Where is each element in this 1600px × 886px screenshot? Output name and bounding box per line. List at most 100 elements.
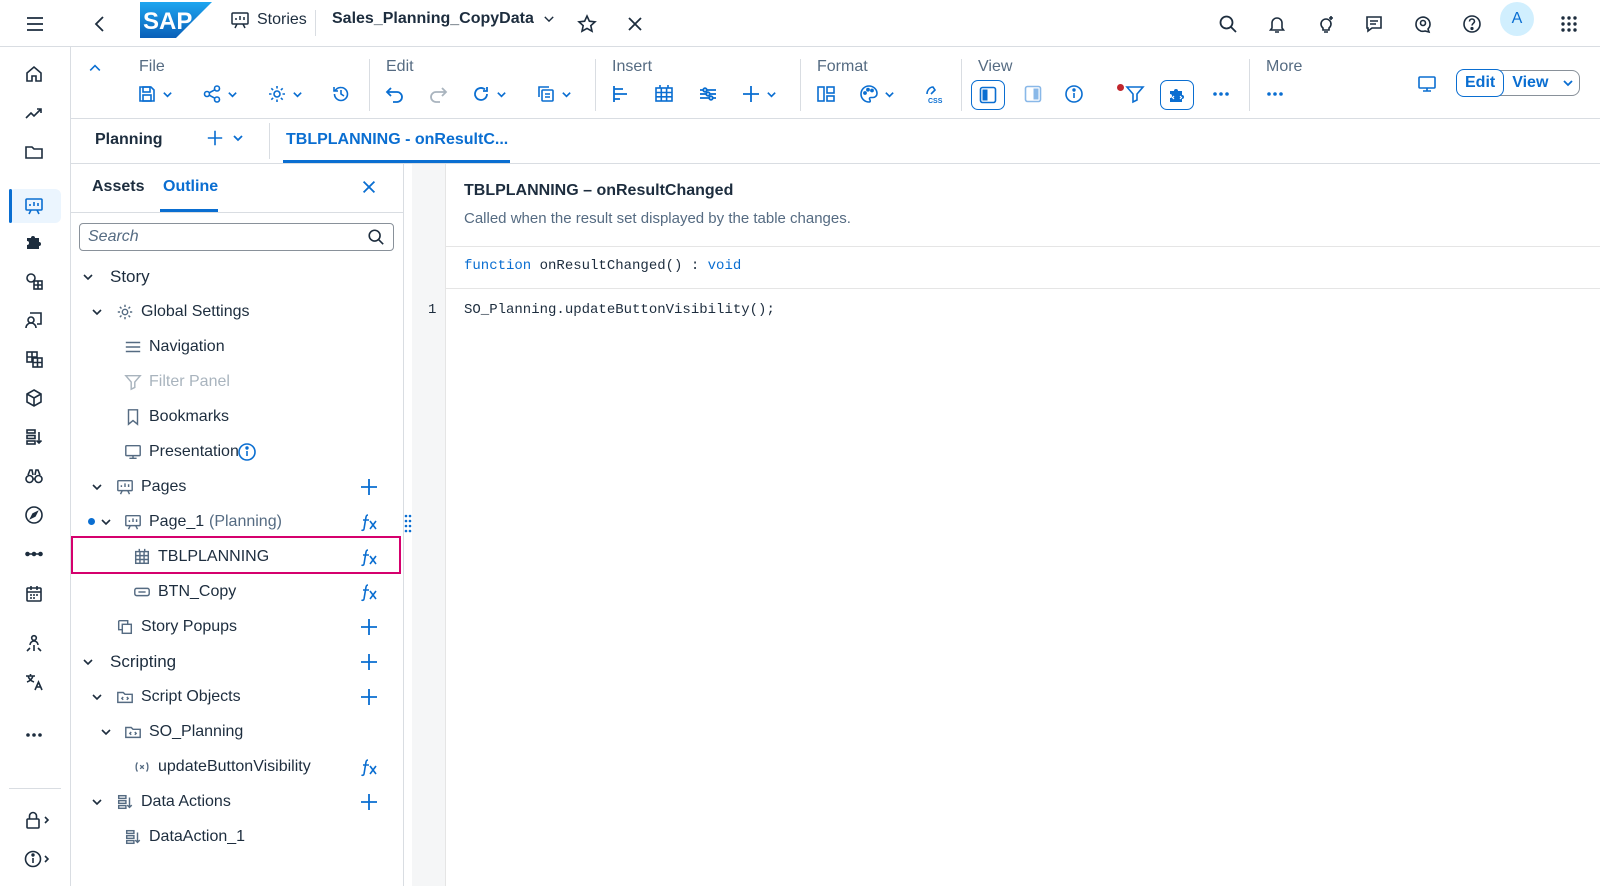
translation-icon[interactable] bbox=[18, 666, 50, 698]
stories-link[interactable]: Stories bbox=[230, 10, 307, 30]
tab-script-tblplanning[interactable]: TBLPLANNING - onResultC... bbox=[286, 131, 508, 149]
tree-node-data-action-1[interactable]: DataAction_1 bbox=[71, 819, 404, 854]
search-input[interactable] bbox=[88, 228, 367, 246]
tree-node-so-planning[interactable]: SO_Planning bbox=[71, 714, 404, 749]
script-fx-icon[interactable] bbox=[359, 757, 379, 777]
search-icon[interactable] bbox=[1212, 8, 1244, 40]
code-line-1[interactable]: SO_Planning.updateButtonVisibility(); bbox=[464, 302, 775, 318]
analytic-app-puzzle-icon[interactable] bbox=[18, 226, 50, 258]
chevron-down-icon[interactable] bbox=[91, 481, 103, 493]
right-side-panel-toggle-icon[interactable] bbox=[1023, 81, 1043, 107]
scripting-toggle[interactable] bbox=[1160, 80, 1194, 110]
settings-menu-button[interactable] bbox=[267, 81, 303, 107]
menu-icon[interactable] bbox=[19, 8, 51, 40]
info-panel-icon[interactable] bbox=[1064, 81, 1084, 107]
tab-planning[interactable]: Planning bbox=[95, 131, 163, 149]
share-menu-button[interactable] bbox=[202, 81, 238, 107]
close-story-icon[interactable] bbox=[619, 8, 651, 40]
add-popup-icon[interactable] bbox=[359, 617, 379, 637]
tree-node-data-actions[interactable]: Data Actions bbox=[71, 784, 404, 819]
chevron-down-icon[interactable] bbox=[91, 691, 103, 703]
view-mode-button[interactable]: View bbox=[1504, 74, 1582, 92]
security-lock-icon[interactable] bbox=[18, 804, 58, 836]
tab-outline[interactable]: Outline bbox=[163, 178, 218, 196]
presentation-user-icon[interactable] bbox=[18, 304, 50, 336]
more-overflow-icon[interactable] bbox=[18, 719, 50, 751]
comments-icon[interactable] bbox=[1358, 8, 1390, 40]
layout-panel-icon[interactable] bbox=[816, 81, 836, 107]
refresh-menu-button[interactable] bbox=[471, 81, 507, 107]
add-script-object-icon[interactable] bbox=[359, 687, 379, 707]
notifications-bell-icon[interactable] bbox=[1261, 8, 1293, 40]
tree-node-update-button-visibility[interactable]: updateButtonVisibility bbox=[71, 749, 404, 784]
present-monitor-icon[interactable] bbox=[1417, 71, 1437, 97]
joule-assistant-icon[interactable] bbox=[1407, 8, 1439, 40]
tree-node-script-objects[interactable]: Script Objects bbox=[71, 679, 404, 714]
insert-chart-icon[interactable] bbox=[611, 81, 631, 107]
view-more-overflow-icon[interactable] bbox=[1211, 81, 1231, 107]
undo-icon[interactable] bbox=[385, 81, 405, 107]
script-fx-icon[interactable] bbox=[359, 582, 379, 602]
favorite-star-icon[interactable] bbox=[571, 8, 603, 40]
stories-nav-icon[interactable] bbox=[18, 190, 50, 222]
search-icon[interactable] bbox=[367, 228, 385, 246]
add-data-action-icon[interactable] bbox=[359, 792, 379, 812]
chevron-down-icon[interactable] bbox=[91, 306, 103, 318]
close-panel-icon[interactable] bbox=[360, 178, 378, 196]
chevron-down-icon[interactable] bbox=[82, 656, 94, 668]
tree-node-scripting[interactable]: Scripting bbox=[71, 644, 404, 679]
sap-logo[interactable]: SAP bbox=[140, 2, 212, 38]
hierarchy-user-icon[interactable] bbox=[18, 628, 50, 660]
avatar[interactable]: A bbox=[1500, 2, 1534, 36]
tree-node-filter-panel[interactable]: Filter Panel bbox=[71, 364, 404, 399]
calendar-icon[interactable] bbox=[18, 578, 50, 610]
info-icon[interactable] bbox=[237, 442, 257, 462]
data-action-list-icon[interactable] bbox=[18, 421, 50, 453]
add-page-menu-button[interactable] bbox=[206, 129, 244, 147]
css-styling-icon[interactable]: CSS bbox=[923, 81, 943, 107]
files-folder-icon[interactable] bbox=[18, 136, 50, 168]
digital-boardroom-icon[interactable] bbox=[18, 265, 50, 297]
tree-node-global-settings[interactable]: Global Settings bbox=[71, 294, 404, 329]
script-fx-icon[interactable] bbox=[359, 512, 379, 532]
insert-input-control-icon[interactable] bbox=[698, 81, 718, 107]
save-menu-button[interactable] bbox=[137, 81, 173, 107]
tree-node-presentation[interactable]: Presentation bbox=[71, 434, 404, 469]
story-title-dropdown[interactable]: Sales_Planning_CopyData bbox=[332, 10, 556, 28]
tree-node-page-1[interactable]: Page_1 (Planning) bbox=[71, 504, 404, 539]
chevron-down-icon[interactable] bbox=[91, 796, 103, 808]
tree-node-btn-copy[interactable]: BTN_Copy bbox=[71, 574, 404, 609]
tree-node-bookmarks[interactable]: Bookmarks bbox=[71, 399, 404, 434]
add-script-icon[interactable] bbox=[359, 652, 379, 672]
insert-table-icon[interactable] bbox=[654, 81, 674, 107]
tree-node-navigation[interactable]: Navigation bbox=[71, 329, 404, 364]
tree-node-story-popups[interactable]: Story Popups bbox=[71, 609, 404, 644]
product-switch-grid-icon[interactable] bbox=[1553, 8, 1585, 40]
tree-node-pages[interactable]: Pages bbox=[71, 469, 404, 504]
chevron-down-icon[interactable] bbox=[100, 516, 112, 528]
trend-chart-icon[interactable] bbox=[18, 97, 50, 129]
data-table-icon[interactable] bbox=[18, 343, 50, 375]
insert-add-menu-button[interactable] bbox=[741, 81, 777, 107]
add-page-icon[interactable] bbox=[359, 477, 379, 497]
back-icon[interactable] bbox=[84, 8, 116, 40]
help-icon[interactable] bbox=[1456, 8, 1488, 40]
copy-menu-button[interactable] bbox=[536, 81, 572, 107]
left-side-panel-toggle[interactable] bbox=[971, 80, 1005, 110]
compass-icon[interactable] bbox=[18, 499, 50, 531]
home-icon[interactable] bbox=[18, 58, 50, 90]
filter-icon[interactable] bbox=[1125, 81, 1145, 107]
system-info-icon[interactable] bbox=[18, 843, 58, 875]
ideas-bulb-icon[interactable] bbox=[1310, 8, 1342, 40]
splitter-grip-icon[interactable] bbox=[404, 513, 412, 533]
edit-mode-button[interactable]: Edit bbox=[1456, 69, 1505, 97]
model-cube-icon[interactable] bbox=[18, 382, 50, 414]
binoculars-explore-icon[interactable] bbox=[18, 460, 50, 492]
more-overflow-icon[interactable] bbox=[1265, 81, 1285, 107]
version-history-icon[interactable] bbox=[331, 81, 351, 107]
tree-node-story[interactable]: Story bbox=[71, 259, 404, 294]
chevron-down-icon[interactable] bbox=[100, 726, 112, 738]
tab-assets[interactable]: Assets bbox=[92, 178, 144, 196]
theme-palette-menu-button[interactable] bbox=[859, 81, 895, 107]
chevron-down-icon[interactable] bbox=[82, 271, 94, 283]
